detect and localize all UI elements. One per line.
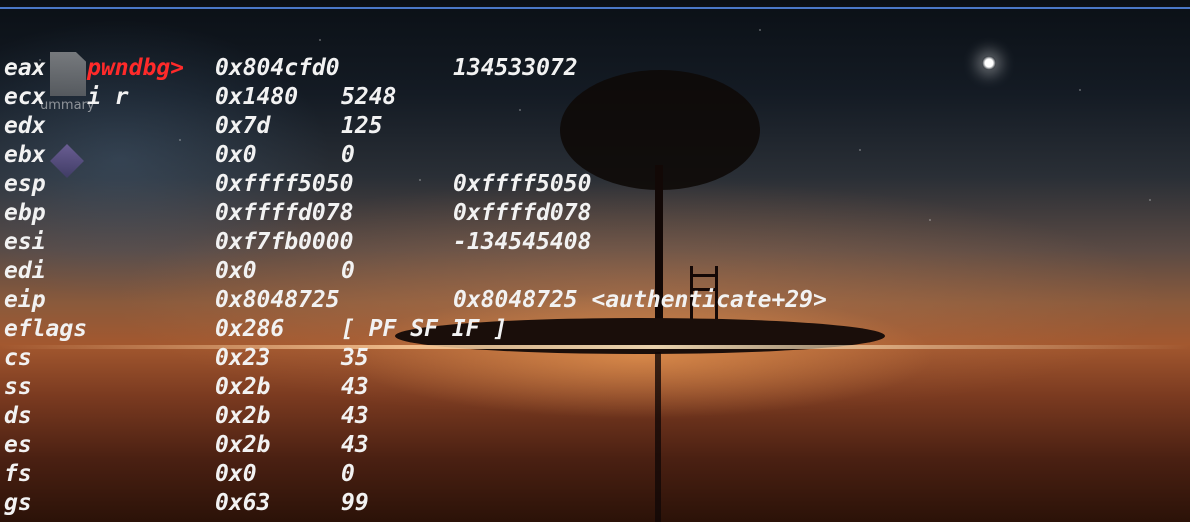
register-row-esp: esp 0xffff5050 0xffff5050: [4, 170, 591, 199]
register-value: 0: [341, 142, 355, 168]
register-row-fs: fs 0x0 0: [4, 460, 355, 489]
register-name: gs: [4, 490, 32, 516]
register-hex: 0x0: [215, 142, 257, 168]
register-row-es: es 0x2b 43: [4, 431, 369, 460]
prompt-line: pwndbg> i r: [4, 25, 184, 110]
register-row-ebp: ebp 0xffffd078 0xffffd078: [4, 199, 591, 228]
register-name: eax: [4, 55, 46, 81]
register-value: 43: [341, 432, 369, 458]
register-value: 0x8048725 <authenticate+29>: [453, 287, 827, 313]
terminal-window[interactable]: ummary pwndbg> i r eax 0x804cfd0 134533072…: [0, 0, 1190, 522]
background-moon: [982, 56, 996, 70]
register-row-edx: edx 0x7d 125: [4, 112, 383, 141]
terminal-output[interactable]: pwndbg> i r eax 0x804cfd0 134533072 ecx 0x14…: [4, 25, 827, 518]
register-name: cs: [4, 345, 32, 371]
register-hex: 0xffff5050: [215, 171, 354, 197]
terminal-top-border: [0, 7, 1190, 9]
register-value: 0: [341, 258, 355, 284]
register-hex: 0xffffd078: [215, 200, 354, 226]
register-value: 43: [341, 403, 369, 429]
register-value: 125: [341, 113, 383, 139]
register-row-eflags: eflags 0x286 [ PF SF IF ]: [4, 315, 507, 344]
register-row-cs: cs 0x23 35: [4, 344, 369, 373]
register-row-eax: eax 0x804cfd0 134533072: [4, 54, 578, 83]
register-hex: 0x804cfd0: [215, 55, 340, 81]
register-name: ebp: [4, 200, 46, 226]
background-reflection: [655, 352, 661, 522]
register-name: edi: [4, 258, 46, 284]
register-name: ecx: [4, 84, 46, 110]
register-hex: 0x1480: [215, 84, 299, 110]
register-hex: 0x2b: [215, 432, 271, 458]
register-value: 134533072: [453, 55, 578, 81]
register-value: 35: [341, 345, 369, 371]
register-table: eax 0x804cfd0 134533072 ecx 0x1480 5248 edx 0x7…: [4, 54, 827, 518]
register-value: [ PF SF IF ]: [341, 316, 508, 342]
register-row-eip: eip 0x8048725 0x8048725 <authenticate+29>: [4, 286, 827, 315]
register-name: ss: [4, 374, 32, 400]
register-hex: 0x0: [215, 258, 257, 284]
register-row-ecx: ecx 0x1480 5248: [4, 83, 396, 112]
register-value: -134545408: [453, 229, 592, 255]
register-value: 0xffff5050: [453, 171, 592, 197]
register-row-edi: edi 0x0 0: [4, 257, 355, 286]
register-value: 99: [341, 490, 369, 516]
register-name: eip: [4, 287, 46, 313]
register-hex: 0x2b: [215, 374, 271, 400]
register-hex: 0x8048725: [215, 287, 340, 313]
register-name: fs: [4, 461, 32, 487]
register-name: esp: [4, 171, 46, 197]
register-value: 43: [341, 374, 369, 400]
register-name: es: [4, 432, 32, 458]
register-hex: 0x63: [215, 490, 271, 516]
register-row-ds: ds 0x2b 43: [4, 402, 369, 431]
register-row-esi: esi 0xf7fb0000 -134545408: [4, 228, 591, 257]
register-name: ds: [4, 403, 32, 429]
register-row-ss: ss 0x2b 43: [4, 373, 369, 402]
register-hex: 0x23: [215, 345, 271, 371]
register-hex: 0x7d: [215, 113, 271, 139]
register-hex: 0x286: [215, 316, 285, 342]
register-value: 0xffffd078: [453, 200, 592, 226]
register-name: eflags: [4, 316, 88, 342]
register-hex: 0xf7fb0000: [215, 229, 354, 255]
register-row-ebx: ebx 0x0 0: [4, 141, 355, 170]
register-value: 0: [341, 461, 355, 487]
register-name: edx: [4, 113, 46, 139]
register-hex: 0x0: [215, 461, 257, 487]
register-row-gs: gs 0x63 99: [4, 489, 369, 518]
register-name: esi: [4, 229, 46, 255]
register-hex: 0x2b: [215, 403, 271, 429]
register-name: ebx: [4, 142, 46, 168]
register-value: 5248: [341, 84, 397, 110]
